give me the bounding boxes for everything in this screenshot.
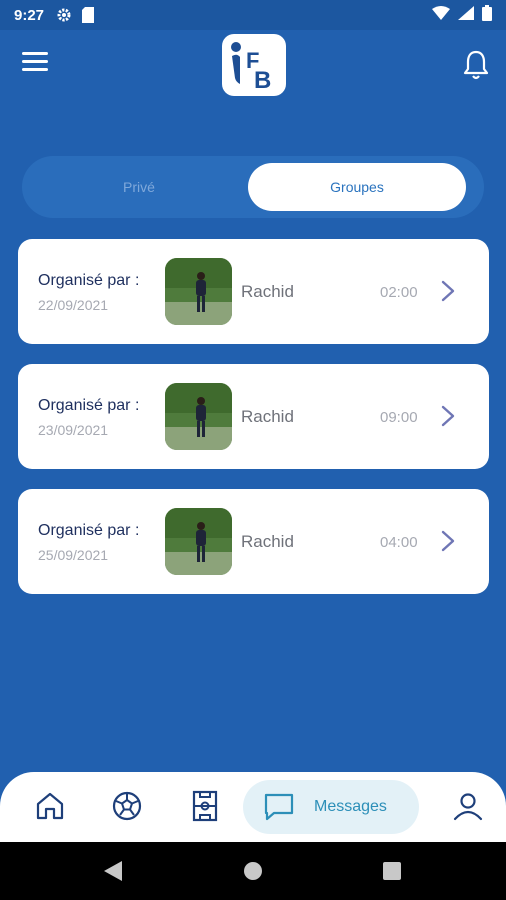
system-nav-bar	[0, 842, 506, 900]
chevron-right-icon[interactable]	[438, 404, 458, 428]
field-icon[interactable]	[189, 790, 221, 822]
segmented-tabs: Privé Groupes	[22, 156, 484, 218]
organizer-label: Organisé par :	[38, 272, 140, 289]
nav-messages[interactable]: Messages	[243, 780, 419, 834]
wifi-icon	[432, 6, 450, 24]
organizer-name: Rachid	[241, 532, 294, 551]
top-bar: F B	[0, 30, 506, 100]
bell-icon[interactable]	[462, 50, 490, 80]
event-card[interactable]: Organisé par : 22/09/2021 Rachid 02:00	[18, 239, 489, 344]
organizer-avatar	[165, 258, 232, 325]
organizer-label: Organisé par :	[38, 522, 140, 539]
soccer-ball-icon[interactable]	[111, 790, 143, 822]
home-button-icon[interactable]	[244, 862, 262, 880]
sd-card-icon	[82, 7, 95, 23]
battery-icon	[482, 5, 492, 25]
event-card[interactable]: Organisé par : 25/09/2021 Rachid 04:00	[18, 489, 489, 594]
organizer-avatar	[165, 383, 232, 450]
event-time: 02:00	[380, 284, 418, 301]
recents-icon[interactable]	[383, 862, 401, 880]
bottom-nav: Messages	[0, 772, 506, 842]
menu-icon[interactable]	[22, 52, 48, 76]
event-date: 22/09/2021	[38, 297, 109, 313]
nav-messages-label: Messages	[314, 798, 387, 815]
svg-text:B: B	[254, 67, 271, 94]
event-date: 23/09/2021	[38, 422, 109, 438]
settings-icon	[56, 7, 72, 23]
chevron-right-icon[interactable]	[438, 279, 458, 303]
event-date: 25/09/2021	[38, 547, 109, 563]
event-time: 09:00	[380, 409, 418, 426]
signal-icon	[458, 6, 474, 24]
home-icon[interactable]	[34, 790, 66, 822]
organizer-avatar	[165, 508, 232, 575]
organizer-name: Rachid	[241, 282, 294, 301]
organizer-name: Rachid	[241, 407, 294, 426]
tab-prive[interactable]: Privé	[30, 163, 248, 211]
profile-icon[interactable]	[452, 790, 484, 822]
organizer-label: Organisé par :	[38, 397, 140, 414]
back-icon[interactable]	[104, 861, 122, 881]
chat-icon	[263, 792, 295, 822]
status-bar: 9:27	[0, 0, 506, 30]
event-card[interactable]: Organisé par : 23/09/2021 Rachid 09:00	[18, 364, 489, 469]
tab-groupes[interactable]: Groupes	[248, 163, 466, 211]
chevron-right-icon[interactable]	[438, 529, 458, 553]
event-time: 04:00	[380, 534, 418, 551]
status-time: 9:27	[14, 6, 45, 24]
app-logo: F B	[222, 34, 286, 96]
